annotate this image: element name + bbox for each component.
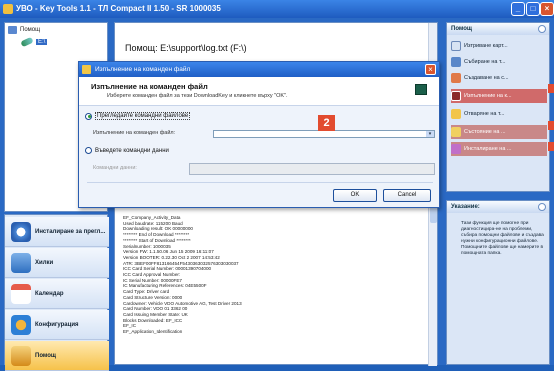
nav-item-help[interactable]: Помощ: [5, 341, 109, 371]
app-window: УВО - Key Tools 1.1 - ТЛ Compact II 1.50…: [0, 0, 554, 371]
task-label: Инсталиране на ...: [464, 146, 512, 152]
window-title: УВО - Key Tools 1.1 - ТЛ Compact II 1.50…: [16, 4, 221, 13]
tree-root-label: Помощ: [20, 27, 41, 33]
nav-label: Инсталиране за прегл...: [35, 228, 106, 235]
state-icon: [451, 127, 461, 137]
enter-data-radio-option[interactable]: Въведете командни данни: [85, 147, 169, 154]
radio-unchecked-icon[interactable]: [85, 147, 92, 154]
log-line: EF_Application_Identification: [123, 329, 183, 335]
nav-label: Хилки: [35, 259, 54, 266]
calendar-icon: [11, 283, 31, 304]
dialog-header: Изпълнение на команден файл Изберете ком…: [79, 77, 439, 106]
task-install[interactable]: Инсталиране на ...: [451, 142, 547, 156]
hint-text: Тази функция ще помогне при диагностицир…: [461, 221, 544, 256]
tree-root-item[interactable]: Помощ: [8, 26, 40, 34]
task-open-folder[interactable]: Отваряне на т...: [451, 107, 547, 121]
log-path-title: Помощ: E:\support\log.txt (F:\): [125, 43, 247, 53]
browse-radio-option[interactable]: Прегледайте командни файлове: [85, 112, 191, 120]
dialog-heading: Изпълнение на команден файл: [91, 82, 208, 91]
browse-option-label: Прегледайте командни файлове: [95, 112, 191, 120]
create-icon: [451, 73, 461, 83]
delete-card-icon: [451, 41, 461, 51]
annotation-marker: [548, 121, 554, 130]
nav-label: Помощ: [35, 352, 56, 359]
app-icon: [3, 4, 13, 14]
task-label: Изпълнение на к...: [464, 93, 512, 99]
tree-child-label: E:\: [36, 39, 48, 45]
hint-panel: Указание: Тази функция ще помогне при ди…: [446, 200, 550, 365]
task-label: Събиране на т...: [464, 59, 506, 65]
dialog-title: Изпълнение на команден файл: [95, 66, 191, 73]
tasks-panel-title: Помощ: [451, 26, 472, 32]
user-icon: [11, 252, 31, 273]
task-collect[interactable]: Събиране на т...: [451, 55, 547, 69]
task-run-command-file[interactable]: Изпълнение на к...: [451, 89, 547, 103]
task-state[interactable]: Състояние на ...: [451, 125, 547, 139]
nav-item-users[interactable]: Хилки: [5, 248, 109, 278]
command-file-select[interactable]: ▾: [213, 130, 435, 138]
maximize-button[interactable]: □: [526, 2, 540, 16]
gear-icon: [11, 314, 31, 335]
folder-icon: [451, 109, 461, 119]
tasks-panel-header: Помощ: [447, 23, 549, 35]
dialog-icon: [82, 65, 91, 74]
run-command-dialog: Изпълнение на команден файл × Изпълнение…: [78, 61, 440, 208]
run-command-icon: [451, 91, 461, 101]
log-text: EF_Company_Activity_Data Used baudrate: 1…: [123, 215, 423, 335]
close-button[interactable]: ×: [540, 2, 554, 16]
computer-icon: [8, 26, 17, 34]
vdo-logo-icon: [415, 84, 427, 95]
command-file-label: Изпълнение на команден файл:: [93, 130, 176, 136]
task-label: Отваряне на т...: [464, 111, 505, 117]
navigation-pane: Инсталиране за прегл... Хилки Календар К…: [4, 214, 109, 371]
radio-checked-icon[interactable]: [85, 112, 92, 120]
dialog-title-bar: Изпълнение на команден файл ×: [79, 62, 439, 77]
command-data-input[interactable]: [189, 163, 435, 175]
collapse-icon[interactable]: [538, 203, 546, 211]
annotation-marker: [548, 142, 554, 151]
task-create[interactable]: Създаване на с...: [451, 71, 547, 85]
hint-title: Указание:: [451, 204, 480, 210]
chevron-down-icon[interactable]: ▾: [426, 131, 434, 137]
enter-data-label: Въведете командни данни: [95, 147, 169, 154]
key-icon: [20, 36, 34, 48]
cancel-button[interactable]: Cancel: [383, 189, 431, 202]
task-label: Състояние на ...: [464, 129, 506, 135]
tree-child-item[interactable]: E:\: [20, 36, 48, 48]
dialog-close-button[interactable]: ×: [425, 64, 436, 75]
title-bar: УВО - Key Tools 1.1 - ТЛ Compact II 1.50…: [0, 0, 554, 18]
nav-item-calendar[interactable]: Календар: [5, 279, 109, 309]
nav-item-configuration[interactable]: Конфигурация: [5, 310, 109, 340]
command-data-label: Командни данни:: [93, 165, 137, 171]
dialog-divider: [87, 182, 433, 183]
task-label: Изтриване карт...: [464, 43, 508, 49]
collapse-icon[interactable]: [538, 25, 546, 33]
task-label: Създаване на с...: [464, 75, 509, 81]
ok-button[interactable]: OK: [333, 189, 377, 202]
clock-icon: [11, 221, 31, 242]
task-delete-card[interactable]: Изтриване карт...: [451, 39, 547, 53]
install-icon: [451, 144, 461, 154]
minimize-button[interactable]: _: [511, 2, 525, 16]
help-user-icon: [11, 345, 31, 366]
dialog-subheading: Изберете команден файл за тези DownloadK…: [107, 93, 288, 99]
nav-item-install[interactable]: Инсталиране за прегл...: [5, 217, 109, 247]
nav-label: Конфигурация: [35, 321, 79, 328]
nav-label: Календар: [35, 290, 64, 297]
hint-panel-header: Указание:: [447, 201, 549, 213]
collect-icon: [451, 57, 461, 67]
tasks-panel: Помощ Изтриване карт... Събиране на т...…: [446, 22, 550, 192]
annotation-marker: [548, 84, 554, 93]
callout-number-badge: 2: [318, 115, 335, 131]
